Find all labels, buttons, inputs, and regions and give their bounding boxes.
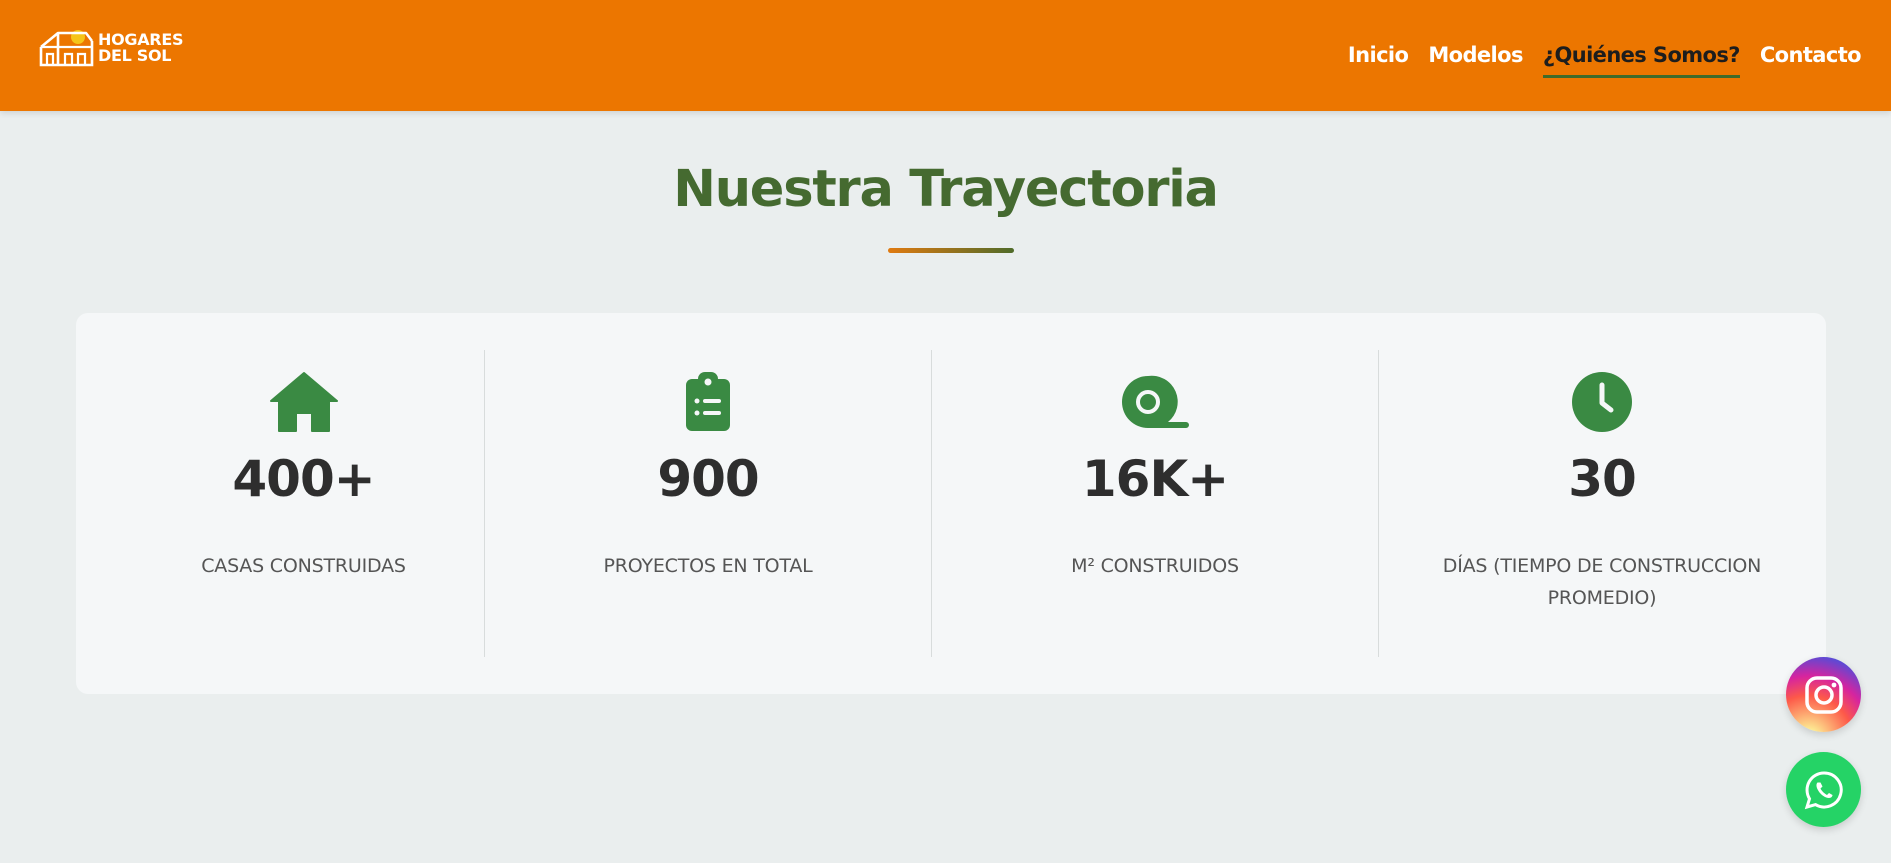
instagram-button[interactable] bbox=[1786, 657, 1861, 732]
stat-value: 900 bbox=[657, 450, 759, 508]
instagram-icon bbox=[1804, 675, 1843, 714]
tape-roll-icon bbox=[1120, 370, 1190, 434]
stat-casas: 400+ CASAS CONSTRUIDAS bbox=[80, 350, 527, 657]
nav-link-contacto[interactable]: Contacto bbox=[1760, 43, 1862, 69]
site-header: HOGARES DEL SOL Inicio Modelos ¿Quiénes … bbox=[0, 0, 1891, 111]
logo-text: HOGARES DEL SOL bbox=[98, 32, 183, 64]
nav-link-quienes-somos[interactable]: ¿Quiénes Somos? bbox=[1542, 43, 1740, 78]
stat-label: DÍAS (TIEMPO DE CONSTRUCCION PROMEDIO) bbox=[1442, 555, 1762, 609]
stat-value: 16K+ bbox=[1081, 450, 1229, 508]
whatsapp-icon bbox=[1804, 770, 1843, 809]
stat-proyectos: 900 PROYECTOS EN TOTAL bbox=[484, 350, 931, 657]
house-icon bbox=[269, 370, 339, 434]
logo-house-sun-icon bbox=[39, 30, 94, 67]
stat-label: CASAS CONSTRUIDAS bbox=[201, 555, 406, 577]
stat-label: M² CONSTRUIDOS bbox=[1071, 555, 1239, 577]
section-title: Nuestra Trayectoria bbox=[673, 160, 1219, 219]
logo[interactable]: HOGARES DEL SOL bbox=[38, 26, 183, 70]
nav-link-modelos[interactable]: Modelos bbox=[1428, 43, 1523, 69]
stat-value: 30 bbox=[1568, 450, 1637, 508]
nav-link-inicio[interactable]: Inicio bbox=[1348, 43, 1409, 69]
whatsapp-button[interactable] bbox=[1786, 752, 1861, 827]
stat-dias: 30 DÍAS (TIEMPO DE CONSTRUCCION PROMEDIO… bbox=[1378, 350, 1825, 657]
title-underline bbox=[888, 248, 1014, 253]
stat-m2: 16K+ M² CONSTRUIDOS bbox=[931, 350, 1378, 657]
stat-label: PROYECTOS EN TOTAL bbox=[603, 555, 813, 577]
clipboard-list-icon bbox=[673, 370, 743, 434]
logo-line-2: DEL SOL bbox=[98, 46, 172, 65]
clock-icon bbox=[1567, 370, 1637, 434]
stat-value: 400+ bbox=[232, 450, 375, 508]
stats-card: 400+ CASAS CONSTRUIDAS 900 PROYECTOS EN … bbox=[76, 313, 1826, 694]
main-nav: Inicio Modelos ¿Quiénes Somos? Contacto bbox=[1348, 0, 1862, 111]
